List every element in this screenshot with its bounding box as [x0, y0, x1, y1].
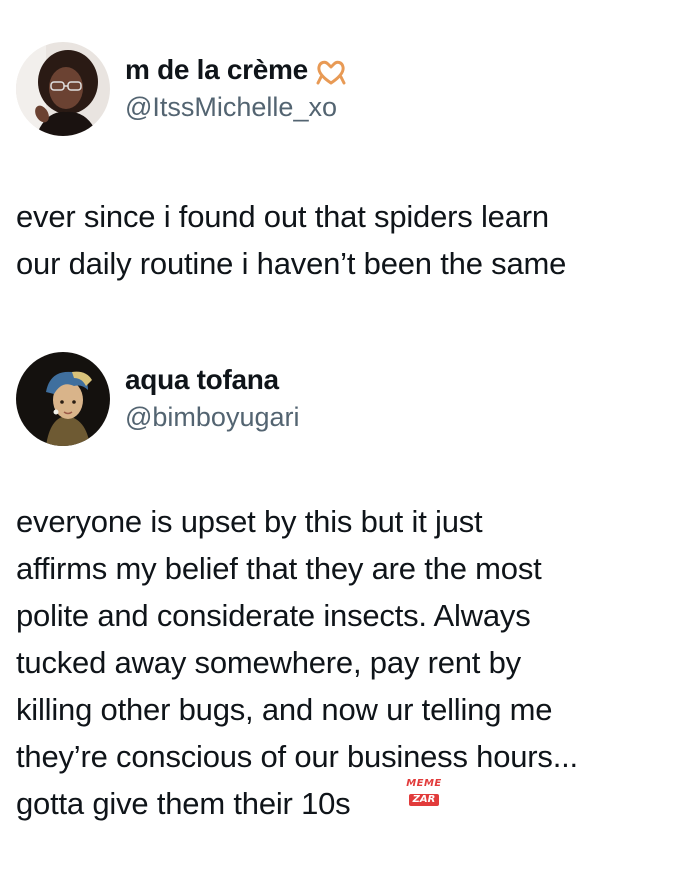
avatar[interactable]: [16, 352, 110, 446]
watermark-top: MEME: [406, 778, 442, 789]
display-name-text: m de la crème: [125, 54, 308, 85]
display-name[interactable]: aqua tofana: [125, 364, 279, 396]
display-name-text: aqua tofana: [125, 364, 279, 395]
tweet-text: ever since i found out that spiders lear…: [16, 199, 567, 281]
memezar-watermark: MEME ZAR: [404, 779, 444, 809]
user-handle[interactable]: @bimboyugari: [125, 402, 300, 433]
avatar-photo-icon: [16, 42, 110, 136]
avatar-photo-icon: [16, 352, 110, 446]
display-name[interactable]: m de la crème: [125, 54, 346, 86]
heart-hands-icon: [316, 59, 346, 85]
watermark-bottom: ZAR: [408, 794, 440, 806]
user-handle[interactable]: @ItssMichelle_xo: [125, 92, 337, 123]
tweet-text: everyone is upset by this but it just af…: [16, 504, 578, 821]
avatar[interactable]: [16, 42, 110, 136]
